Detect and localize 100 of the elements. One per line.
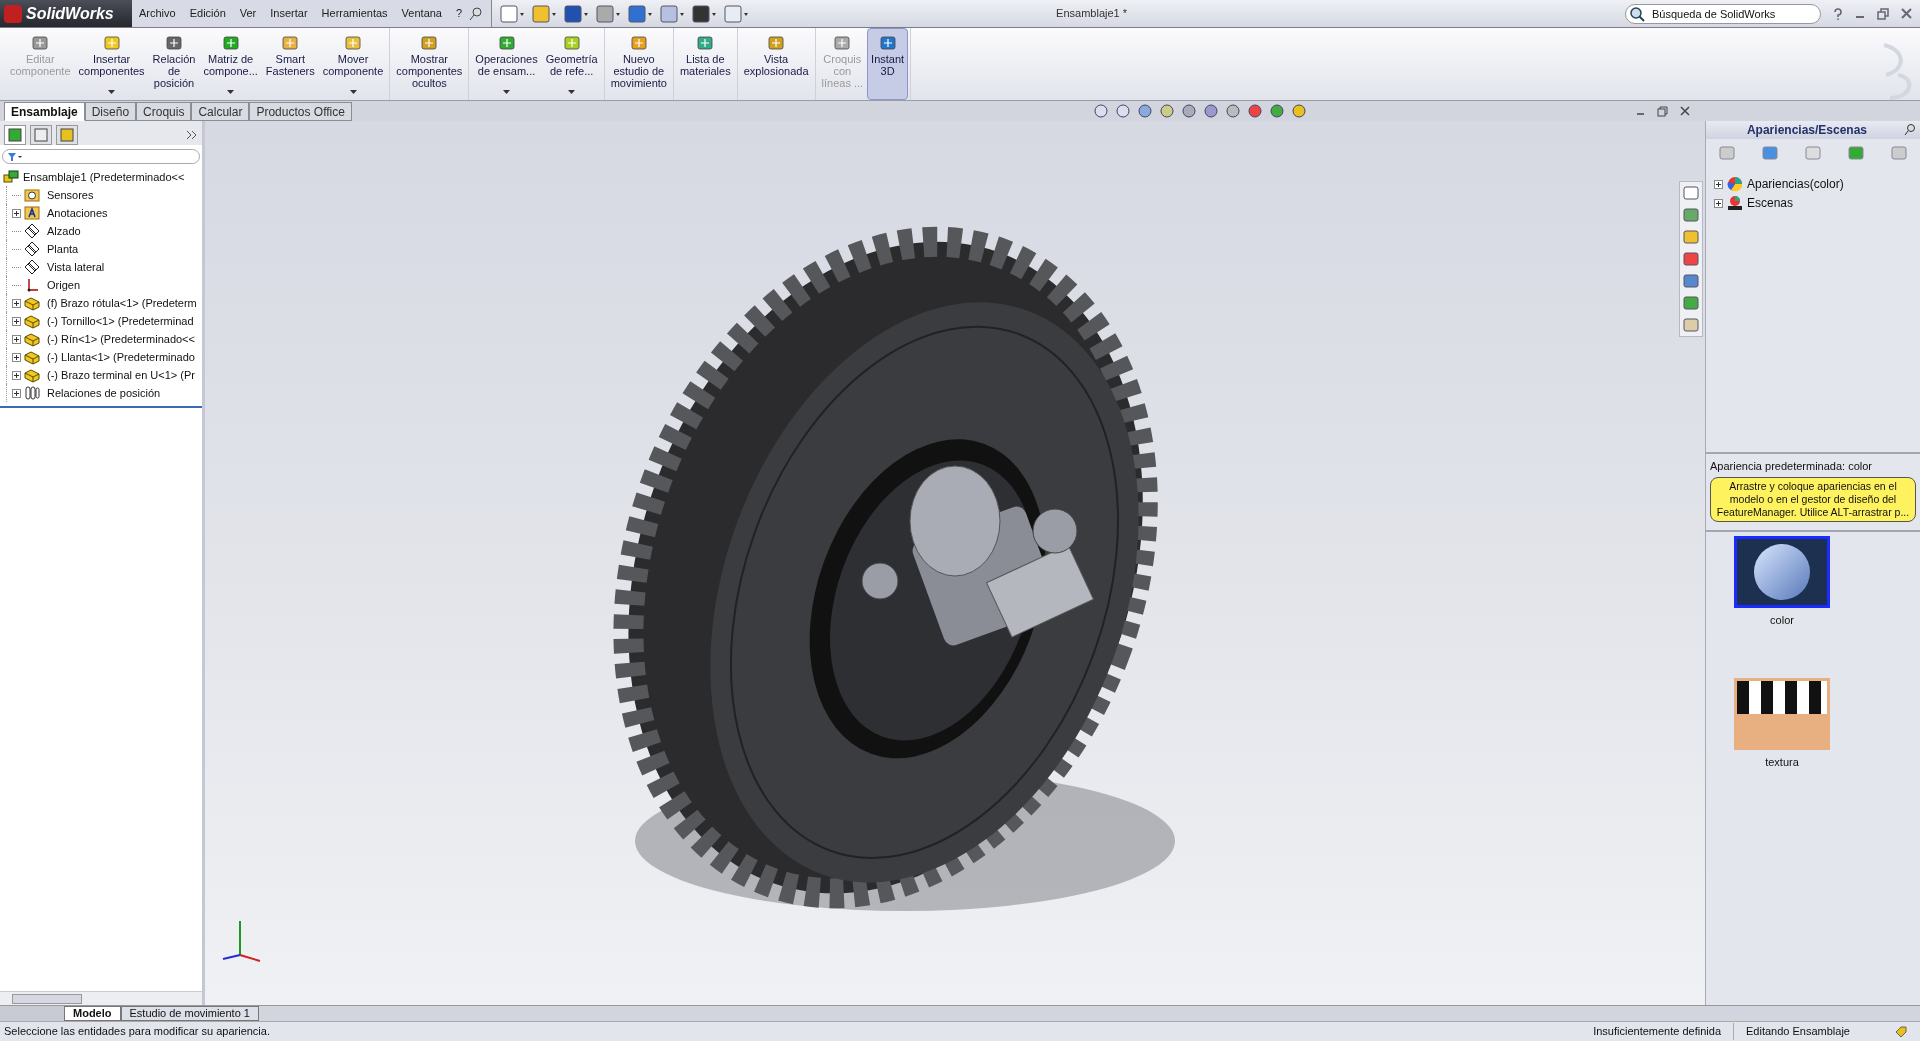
plane-icon [24,241,40,257]
caret-icon [227,90,235,95]
tree-item[interactable]: Ensamblaje1 (Predeterminado<< [23,168,185,186]
ribbon-button[interactable]: Mostrar componentes ocultos [392,28,467,100]
tree-item[interactable]: (-) Tornillo<1> (Predeterminad [47,312,194,330]
ribbon-button[interactable]: Vista explosionada [739,28,813,100]
command-tab[interactable]: Productos Office [249,102,352,121]
caret-icon [568,90,576,95]
definition-status: Insuficientemente definida [1581,1023,1734,1040]
part-icon [24,367,40,383]
menu-item[interactable]: Edición [182,5,233,22]
menu-item[interactable]: Archivo [132,5,183,22]
hint-tooltip: Arrastre y coloque apariencias en el modelo o en el gestor de diseño del FeatureManager. Utilice ALT-arrastrar p... [1710,476,1916,522]
expand-toggle[interactable] [12,334,21,344]
expand-toggle[interactable] [12,298,21,308]
tool-icon [343,33,363,53]
tool-icon [164,33,184,53]
tag-icon[interactable] [1894,1024,1908,1039]
caret-icon [108,90,116,95]
help-icon[interactable] [1833,7,1843,20]
menu-item[interactable]: Insertar [263,5,315,22]
sphere-thumbnail[interactable] [1734,535,1830,608]
close-icon[interactable] [1901,8,1912,19]
tree-item[interactable]: Relaciones de posición [47,384,161,402]
expand-toggle[interactable] [12,352,21,362]
tool-icon [220,33,241,53]
expand-panel-icon[interactable] [186,130,198,140]
expand-toggle[interactable] [12,388,21,398]
expand-toggle[interactable] [1714,179,1723,189]
pane-title: Apariencias/Escenas [1745,122,1869,139]
ribbon-button[interactable]: Geometría de refe... [541,28,602,100]
command-tab[interactable]: Calcular [191,102,250,121]
tool-icon [30,33,51,53]
paperclip-icon [24,385,40,401]
tree-item[interactable]: (-) Llanta<1> (Predeterminado [47,348,195,366]
restore-icon[interactable] [1877,7,1889,20]
assembly-icon [3,169,19,185]
default-appearance-label: Apariencia predeterminada: color [1710,459,1874,474]
ribbon-button[interactable]: Relación de posición [148,28,200,100]
tree-item[interactable]: Sensores [47,186,94,204]
expand-toggle[interactable] [12,208,21,218]
tree-item[interactable]: Planta [47,240,79,258]
ribbon-button[interactable]: Instant 3D [867,28,909,100]
tree-item[interactable]: Anotaciones [47,204,108,222]
pin-icon[interactable] [469,6,484,21]
tool-icon [280,33,301,53]
tree-item[interactable]: Alzado [47,222,81,240]
thumbnail-label: textura [1765,755,1799,770]
expand-toggle[interactable] [1714,198,1723,208]
annotation-folder-icon [24,205,40,221]
restore-icon[interactable] [1657,105,1668,117]
thumbnail-label: color [1770,612,1794,628]
bottom-tab[interactable]: Estudio de movimiento 1 [120,1006,259,1021]
menu-item[interactable]: Herramientas [314,5,395,22]
tree-item[interactable]: (-) Rín<1> (Predeterminado<< [47,330,195,348]
menu-item[interactable]: ? [449,5,470,22]
plane-icon [24,259,40,275]
bottom-tab[interactable]: Modelo [64,1006,121,1021]
caret-icon [503,90,511,95]
tree-item[interactable]: Escenas [1747,194,1794,212]
menu-item[interactable]: Ventana [394,5,449,22]
caret-icon [349,90,357,95]
ribbon-button[interactable]: Matriz de compone... [199,28,262,100]
part-icon [24,331,40,347]
command-tab[interactable]: Croquis [136,102,192,121]
logo-badge-icon [4,4,22,23]
tree-item[interactable]: (f) Brazo rótula<1> (Predeterm [47,294,197,312]
ribbon-button[interactable]: Operaciones de ensam... [471,28,542,100]
ribbon-button[interactable]: Mover componente [318,28,388,100]
command-tab[interactable]: Diseño [84,102,137,121]
ribbon-button[interactable]: Smart Fasteners [261,28,319,100]
expand-toggle[interactable] [12,370,21,380]
part-icon [24,313,40,329]
ribbon-button[interactable]: Lista de materiales [675,28,735,100]
tool-icon [419,33,440,53]
app-name: SolidWorks [26,3,114,24]
close-icon[interactable] [1680,106,1690,116]
ribbon-button[interactable]: Nuevo estudio de movimiento [606,28,671,100]
plane-icon [24,223,40,239]
editing-status: Editando Ensamblaje [1745,1024,1851,1040]
tree-item[interactable]: Origen [47,276,81,294]
ribbon-button[interactable]: Insertar componentes [74,28,149,100]
command-tab[interactable]: Ensamblaje [4,102,85,121]
tree-item[interactable]: (-) Brazo terminal en U<1> (Pr [47,366,195,384]
tree-item[interactable]: Apariencias(color) [1747,175,1844,193]
menu-item[interactable]: Ver [232,5,264,22]
tool-icon [561,33,582,53]
assembly-tab-icon[interactable] [4,125,26,145]
pin-icon[interactable] [1904,124,1916,136]
search-field[interactable]: Búsqueda de SolidWorks [1625,3,1821,24]
window-title: Ensamblaje1 * [1056,6,1127,22]
expand-toggle[interactable] [12,316,21,326]
tool-icon [877,33,898,53]
tool-icon [766,33,787,53]
tool-icon [628,33,649,53]
texture-thumbnail[interactable] [1734,678,1830,750]
tool-icon [101,33,122,53]
tree-item[interactable]: Vista lateral [47,258,105,276]
sensor-folder-icon [24,187,40,203]
part-icon [24,349,40,365]
